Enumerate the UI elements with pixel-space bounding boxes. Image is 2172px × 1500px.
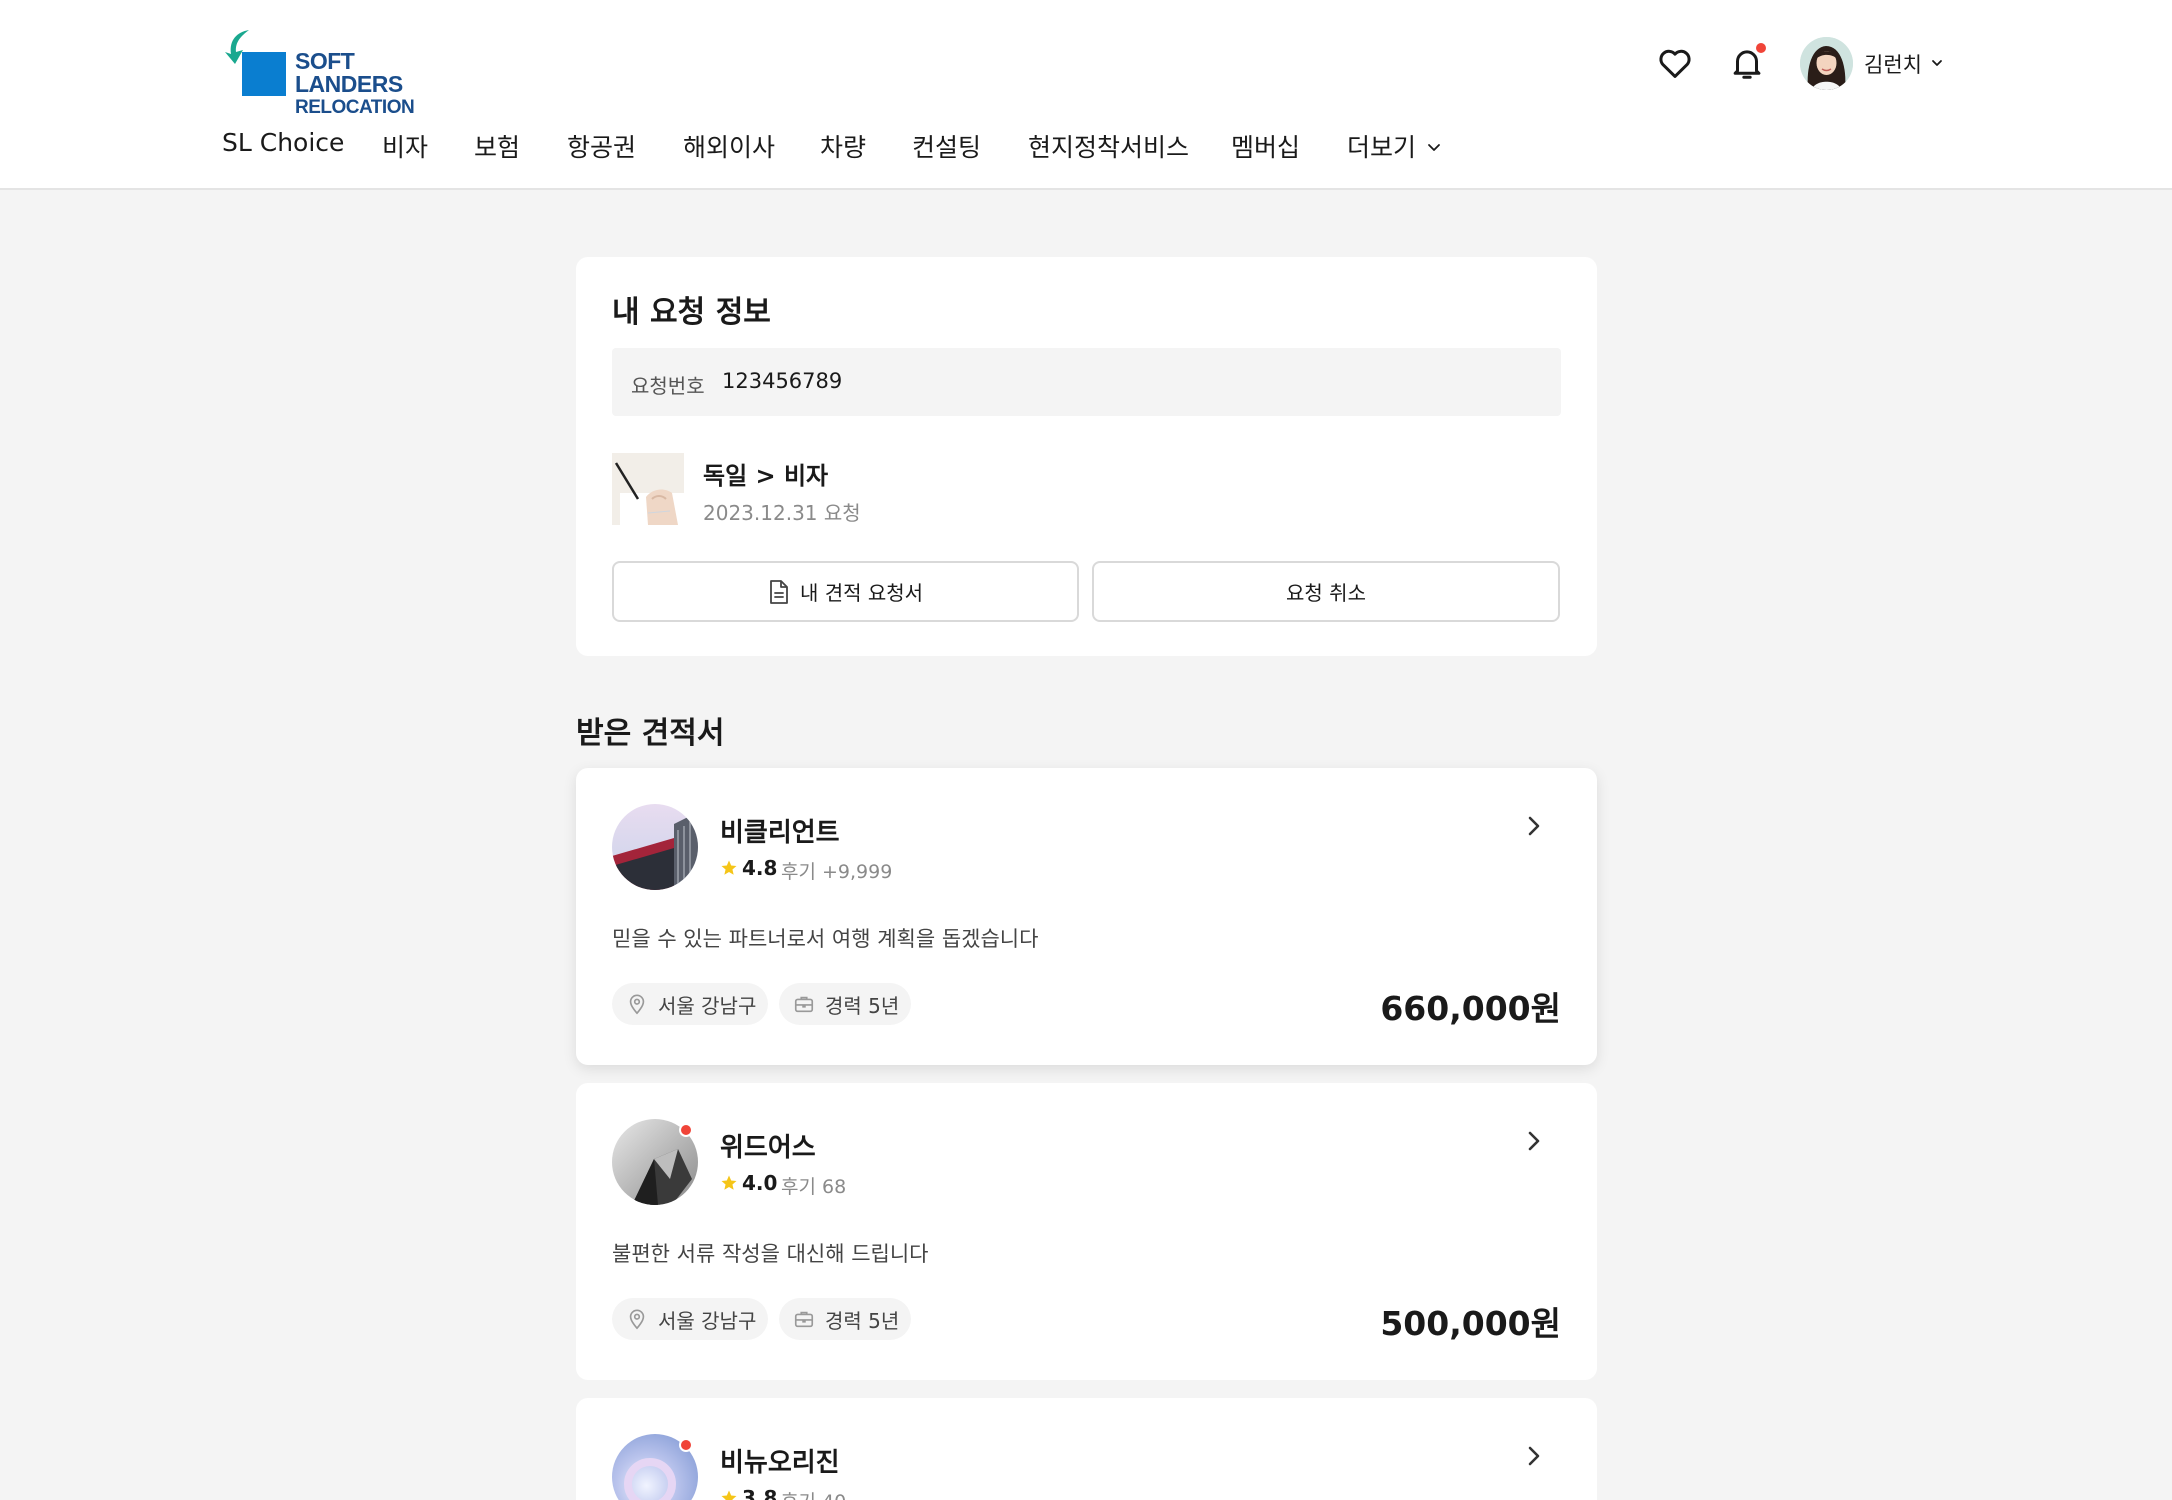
experience-chip: 경력 5년	[779, 1298, 912, 1340]
chevron-right-icon[interactable]	[1520, 812, 1548, 840]
location-chip: 서울 강남구	[612, 1298, 769, 1340]
heart-icon[interactable]	[1656, 44, 1694, 82]
building-image	[612, 804, 698, 890]
provider-name: 위드어스	[720, 1133, 816, 1163]
provider-name: 비뉴오리진	[720, 1448, 840, 1478]
provider-review-count: 후기 40	[781, 1487, 846, 1500]
chevron-down-icon[interactable]	[1929, 55, 1945, 71]
received-quotes-title: 받은 견적서	[576, 716, 725, 751]
experience-text: 경력 5년	[825, 1308, 900, 1333]
chevron-right-icon[interactable]	[1520, 1127, 1548, 1155]
request-thumbnail	[612, 453, 684, 525]
briefcase-icon	[794, 1311, 814, 1328]
star-icon	[721, 1490, 737, 1500]
nav-item-visa[interactable]: 비자	[382, 128, 428, 164]
nav-item-sl-choice[interactable]: SL Choice	[222, 128, 344, 157]
logo-square	[242, 52, 286, 96]
provider-rating: 4.0	[742, 1171, 778, 1195]
chevron-down-icon[interactable]	[1425, 138, 1443, 156]
quote-card[interactable]: 위드어스 4.0 후기 68 불편한 서류 작성을 대신해 드립니다 서울 강남…	[576, 1083, 1597, 1380]
request-number-label: 요청번호	[631, 374, 705, 398]
provider-review-count: 후기 68	[781, 1176, 847, 1198]
nav-item-moving[interactable]: 해외이사	[683, 128, 775, 164]
avatar[interactable]	[1800, 37, 1853, 90]
location-chip: 서울 강남구	[612, 983, 769, 1025]
nav-item-membership[interactable]: 멤버십	[1231, 128, 1300, 164]
quote-card[interactable]: 비뉴오리진 3.8 후기 40	[576, 1398, 1597, 1500]
document-icon	[770, 579, 788, 604]
location-pin-icon	[629, 994, 645, 1015]
provider-description: 불편한 서류 작성을 대신해 드립니다	[612, 1242, 929, 1266]
nav-item-vehicle[interactable]: 차량	[820, 128, 866, 164]
new-badge-dot	[679, 1123, 693, 1137]
user-name[interactable]: 김런치	[1864, 49, 1922, 79]
request-number-box: 요청번호 123456789	[612, 348, 1561, 416]
quote-card[interactable]: 비클리언트 4.8 후기 +9,999 믿을 수 있는 파트너로서 여행 계획을…	[576, 768, 1597, 1065]
new-badge-dot	[679, 1438, 693, 1452]
cancel-request-button[interactable]: 요청 취소	[1092, 561, 1560, 622]
document-signing-image	[612, 453, 684, 525]
provider-rating: 3.8	[742, 1486, 778, 1500]
chevron-right-icon[interactable]	[1520, 1442, 1548, 1470]
user-avatar-icon	[1800, 37, 1853, 90]
provider-name: 비클리언트	[720, 818, 840, 848]
nav-item-more[interactable]: 더보기	[1347, 128, 1416, 164]
my-quote-request-button[interactable]: 내 견적 요청서	[612, 561, 1079, 622]
request-date: 2023.12.31 요청	[703, 501, 861, 525]
experience-chip: 경력 5년	[779, 983, 912, 1025]
experience-text: 경력 5년	[825, 993, 900, 1018]
nav-item-settlement[interactable]: 현지정착서비스	[1028, 128, 1189, 164]
location-text: 서울 강남구	[658, 993, 757, 1018]
nav-item-insurance[interactable]: 보험	[474, 128, 520, 164]
notification-dot	[1756, 43, 1766, 53]
briefcase-icon	[794, 996, 814, 1013]
provider-avatar	[612, 804, 698, 890]
star-icon	[721, 860, 737, 875]
top-header: SOFT LANDERS RELOCATION 김런치 SL Choice 비자…	[0, 0, 2172, 190]
request-info-title: 내 요청 정보	[612, 295, 771, 330]
request-info-card: 내 요청 정보 요청번호 123456789 독일 > 비자 2023.12.3…	[576, 257, 1597, 656]
my-quote-request-label: 내 견적 요청서	[799, 581, 924, 605]
nav-item-flights[interactable]: 항공권	[567, 128, 636, 164]
request-category: 독일 > 비자	[703, 462, 829, 490]
quote-price: 500,000원	[1380, 1304, 1561, 1343]
star-icon	[721, 1175, 737, 1190]
provider-rating: 4.8	[742, 856, 778, 880]
provider-description: 믿을 수 있는 파트너로서 여행 계획을 돕겠습니다	[612, 927, 1039, 951]
logo-wordmark: SOFT LANDERS RELOCATION	[295, 48, 415, 118]
request-number-value: 123456789	[722, 369, 843, 393]
nav-item-consulting[interactable]: 컨설팅	[912, 128, 981, 164]
location-pin-icon	[629, 1309, 645, 1330]
cancel-request-label: 요청 취소	[1286, 581, 1366, 605]
quote-price: 660,000원	[1380, 989, 1561, 1028]
soft-landers-logo[interactable]: SOFT LANDERS RELOCATION	[221, 28, 451, 117]
provider-review-count: 후기 +9,999	[781, 861, 893, 883]
location-text: 서울 강남구	[658, 1308, 757, 1333]
